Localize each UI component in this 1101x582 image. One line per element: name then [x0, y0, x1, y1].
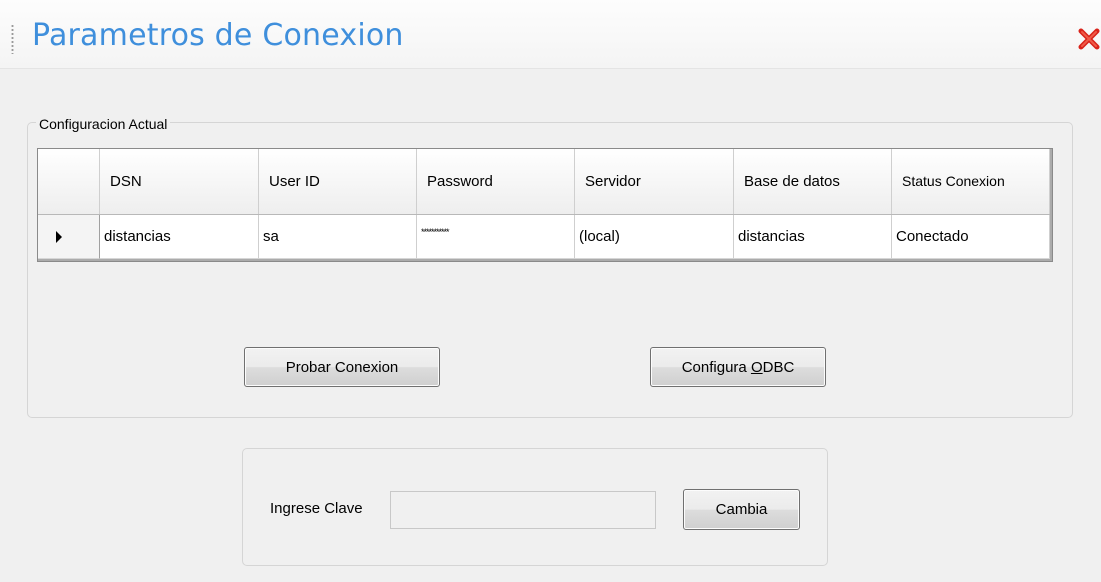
table-row[interactable]: distancias sa *********** (local) distan… [38, 215, 1050, 259]
connection-grid[interactable]: DSN User ID Password Servidor Base de da… [37, 148, 1053, 262]
current-row-arrow-icon [55, 230, 62, 243]
column-header-password[interactable]: Password [417, 149, 575, 214]
column-header-servidor[interactable]: Servidor [575, 149, 734, 214]
odbc-label-mnemonic: O [750, 358, 763, 376]
cell-password[interactable]: *********** [417, 215, 575, 259]
cell-user-id[interactable]: sa [259, 215, 417, 259]
password-label: Ingrese Clave [270, 500, 363, 517]
column-header-user-id[interactable]: User ID [259, 149, 417, 214]
grid-header: DSN User ID Password Servidor Base de da… [38, 149, 1050, 215]
close-icon[interactable] [1078, 28, 1100, 50]
row-header-corner [38, 149, 100, 214]
window-title: Parametros de Conexion [32, 18, 404, 53]
odbc-label-suffix: DBC [762, 358, 795, 376]
cell-servidor[interactable]: (local) [575, 215, 734, 259]
column-header-base-de-datos[interactable]: Base de datos [734, 149, 892, 214]
column-header-status[interactable]: Status Conexion [892, 149, 1050, 214]
password-input[interactable] [390, 491, 656, 529]
change-password-button[interactable]: Cambia [683, 489, 800, 530]
test-connection-button[interactable]: Probar Conexion [244, 347, 440, 387]
cell-base-de-datos[interactable]: distancias [734, 215, 892, 259]
cell-dsn[interactable]: distancias [100, 215, 259, 259]
drag-grip-icon[interactable] [11, 24, 14, 54]
row-selector[interactable] [38, 215, 100, 259]
current-config-legend: Configuracion Actual [36, 116, 171, 132]
title-bar[interactable]: Parametros de Conexion [0, 0, 1101, 69]
configure-odbc-button[interactable]: Configura O DBC [650, 347, 826, 387]
connection-parameters-window: Parametros de Conexion Configuracion Act… [0, 0, 1101, 582]
column-header-dsn[interactable]: DSN [100, 149, 259, 214]
cell-status[interactable]: Conectado [892, 215, 1050, 259]
odbc-label-prefix: Configura [681, 358, 751, 376]
